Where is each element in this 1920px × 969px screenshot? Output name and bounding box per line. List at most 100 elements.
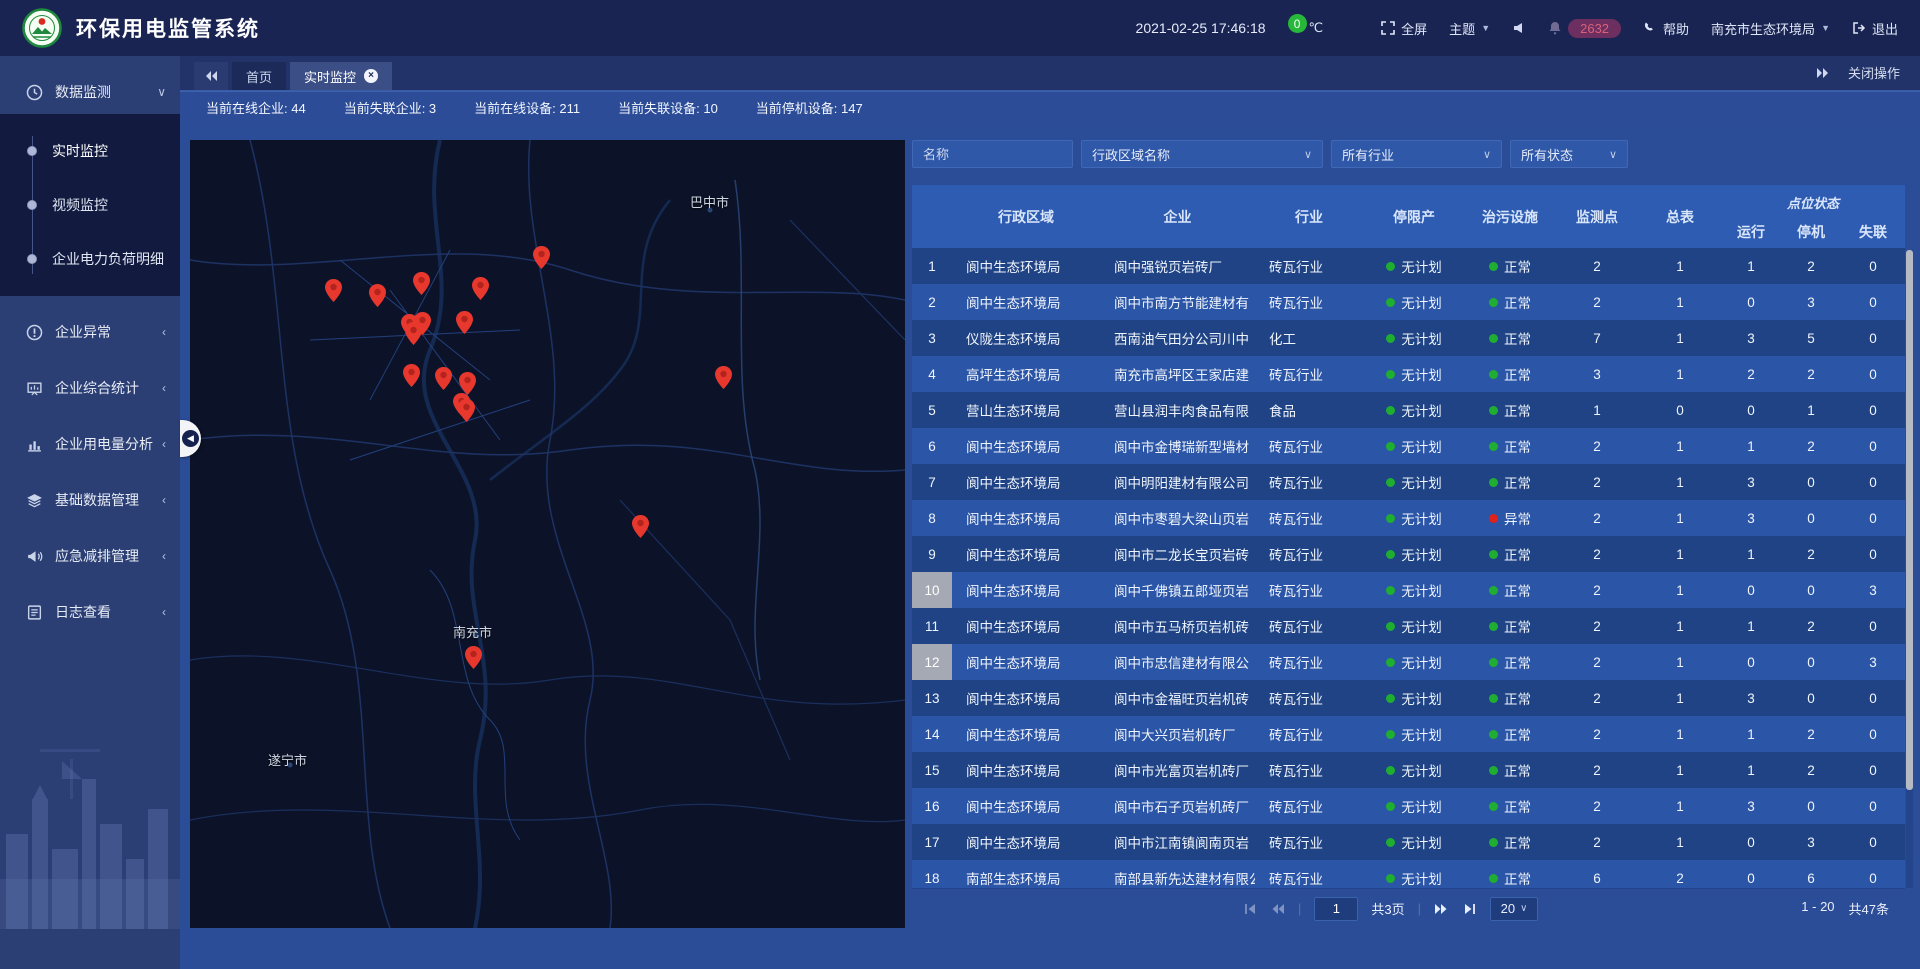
stop-count-cell: 0 (1781, 788, 1841, 824)
industry-select[interactable]: 所有行业∨ (1331, 140, 1502, 168)
industry-cell: 砖瓦行业 (1255, 428, 1363, 464)
mute-button[interactable] (1512, 21, 1526, 35)
sidebar-group-2[interactable]: 企业异常‹ (0, 310, 180, 354)
bullet-dot-icon (27, 200, 37, 210)
logout-button[interactable]: 退出 (1852, 19, 1898, 38)
first-page-button[interactable] (1242, 901, 1257, 916)
monitor-count-cell: 2 (1555, 500, 1639, 536)
region-cell: 阆中生态环境局 (952, 284, 1100, 320)
help-button[interactable]: 帮助 (1643, 19, 1689, 38)
table-row[interactable]: 11阆中生态环境局阆中市五马桥页岩机砖砖瓦行业无计划正常21120 (912, 608, 1905, 644)
table-body: 1阆中生态环境局阆中强锐页岩砖厂砖瓦行业无计划正常211202阆中生态环境局阆中… (912, 248, 1905, 888)
sidebar-group-4[interactable]: 企业用电量分析‹ (0, 422, 180, 466)
map-pin-icon[interactable] (465, 646, 482, 669)
page-number-input[interactable] (1314, 897, 1358, 921)
sidebar-item-link[interactable]: 企业电力负荷明细 (0, 232, 180, 286)
enterprise-cell: 阆中市光富页岩机砖厂 (1100, 752, 1255, 788)
map-pin-icon[interactable] (715, 366, 732, 389)
stop-count-cell: 5 (1781, 320, 1841, 356)
notifications[interactable]: 2632 (1548, 19, 1621, 38)
close-operations-button[interactable]: 关闭操作 (1848, 63, 1900, 82)
region-select[interactable]: 行政区域名称∨ (1081, 140, 1323, 168)
row-index-cell: 2 (912, 284, 952, 320)
name-search-input[interactable] (912, 140, 1073, 168)
page-size-select[interactable]: 20∨ (1490, 897, 1538, 921)
tabs-scroll-left-button[interactable] (194, 62, 228, 90)
table-row[interactable]: 9阆中生态环境局阆中市二龙长宝页岩砖砖瓦行业无计划正常21120 (912, 536, 1905, 572)
table-row[interactable]: 7阆中生态环境局阆中明阳建材有限公司砖瓦行业无计划正常21300 (912, 464, 1905, 500)
map-pin-icon[interactable] (325, 279, 342, 302)
stat-item: 当前停机设备: 147 (756, 98, 863, 117)
table-row[interactable]: 13阆中生态环境局阆中市金福旺页岩机砖砖瓦行业无计划正常21300 (912, 680, 1905, 716)
org-dropdown[interactable]: 南充市生态环境局▼ (1711, 19, 1830, 38)
monitor-count-cell: 2 (1555, 536, 1639, 572)
table-row[interactable]: 2阆中生态环境局阆中市南方节能建材有砖瓦行业无计划正常21030 (912, 284, 1905, 320)
tabs-scroll-right-button[interactable] (1816, 67, 1830, 79)
industry-cell: 砖瓦行业 (1255, 284, 1363, 320)
map-pin-icon[interactable] (435, 367, 452, 390)
prev-page-icon (1270, 902, 1285, 916)
chevron-left-icon: ‹ (162, 437, 166, 451)
table-row[interactable]: 3仪陇生态环境局西南油气田分公司川中化工无计划正常71350 (912, 320, 1905, 356)
industry-cell: 砖瓦行业 (1255, 500, 1363, 536)
table-row[interactable]: 16阆中生态环境局阆中市石子页岩机砖厂砖瓦行业无计划正常21300 (912, 788, 1905, 824)
map-pin-icon[interactable] (472, 277, 489, 300)
skyline-decoration (0, 739, 180, 929)
facility-status-cell: 正常 (1465, 608, 1555, 644)
meter-count-cell: 1 (1639, 716, 1721, 752)
region-cell: 营山生态环境局 (952, 392, 1100, 428)
map-panel[interactable]: 巴中市南充市遂宁市 (190, 140, 905, 928)
sidebar: 数据监测∨ 实时监控视频监控企业电力负荷明细企业异常‹ 企业综合统计‹ 企业用电量分析… (0, 56, 180, 969)
lost-count-cell: 0 (1841, 788, 1905, 824)
table-row[interactable]: 5营山生态环境局营山县润丰肉食品有限食品无计划正常10010 (912, 392, 1905, 428)
sidebar-group-7[interactable]: 日志查看‹ (0, 590, 180, 634)
table-row[interactable]: 4高坪生态环境局南充市高坪区王家店建砖瓦行业无计划正常31220 (912, 356, 1905, 392)
status-select[interactable]: 所有状态∨ (1510, 140, 1628, 168)
status-dot-icon (1489, 658, 1498, 667)
sidebar-group-1[interactable]: 数据监测∨ (0, 70, 180, 114)
map-pin-icon[interactable] (456, 311, 473, 334)
scrollbar-thumb[interactable] (1906, 250, 1913, 790)
lost-count-cell: 0 (1841, 428, 1905, 464)
sidebar-group-6[interactable]: 应急减排管理‹ (0, 534, 180, 578)
map-pin-icon[interactable] (405, 322, 422, 345)
table-row[interactable]: 18南部生态环境局南部县新先达建材有限公砖瓦行业无计划正常62060 (912, 860, 1905, 888)
prev-page-button[interactable] (1270, 901, 1285, 916)
map-pin-icon[interactable] (632, 515, 649, 538)
status-dot-icon (1386, 694, 1395, 703)
table-row[interactable]: 12阆中生态环境局阆中市忠信建材有限公砖瓦行业无计划正常21003 (912, 644, 1905, 680)
fullscreen-button[interactable]: 全屏 (1381, 19, 1427, 38)
table-row[interactable]: 15阆中生态环境局阆中市光富页岩机砖厂砖瓦行业无计划正常21120 (912, 752, 1905, 788)
map-pin-icon[interactable] (459, 372, 476, 395)
table-row[interactable]: 8阆中生态环境局阆中市枣碧大梁山页岩砖瓦行业无计划异常21300 (912, 500, 1905, 536)
map-pin-icon[interactable] (413, 272, 430, 295)
table-row[interactable]: 6阆中生态环境局阆中市金博瑞新型墙材砖瓦行业无计划正常21120 (912, 428, 1905, 464)
meter-count-cell: 1 (1639, 284, 1721, 320)
tab-close-icon[interactable]: × (364, 69, 378, 83)
last-page-button[interactable] (1462, 901, 1477, 916)
sidebar-group-5[interactable]: 基础数据管理‹ (0, 478, 180, 522)
tab-item[interactable]: 首页 (232, 62, 286, 90)
map-pin-icon[interactable] (458, 399, 475, 422)
sidebar-item-link[interactable]: 视频监控 (0, 178, 180, 232)
table-row[interactable]: 14阆中生态环境局阆中大兴页岩机砖厂砖瓦行业无计划正常21120 (912, 716, 1905, 752)
row-index-cell: 11 (912, 608, 952, 644)
table-row[interactable]: 17阆中生态环境局阆中市江南镇阆南页岩砖瓦行业无计划正常21030 (912, 824, 1905, 860)
theme-dropdown[interactable]: 主题▼ (1449, 19, 1490, 38)
meter-count-cell: 1 (1639, 464, 1721, 500)
pagination-info: 1 - 20 共47条 (1801, 899, 1889, 918)
table-row[interactable]: 10阆中生态环境局阆中千佛镇五郎垭页岩砖瓦行业无计划正常21003 (912, 572, 1905, 608)
sidebar-group-3[interactable]: 企业综合统计‹ (0, 366, 180, 410)
tab-active[interactable]: 实时监控× (290, 62, 392, 90)
enterprise-cell: 阆中千佛镇五郎垭页岩 (1100, 572, 1255, 608)
table-row[interactable]: 1阆中生态环境局阆中强锐页岩砖厂砖瓦行业无计划正常21120 (912, 248, 1905, 284)
map-pin-icon[interactable] (369, 284, 386, 307)
map-pin-icon[interactable] (403, 364, 420, 387)
sidebar-item-label: 视频监控 (52, 195, 108, 215)
run-count-cell: 1 (1721, 428, 1781, 464)
sidebar-item-active[interactable]: 实时监控 (0, 124, 180, 178)
map-pin-icon[interactable] (533, 246, 550, 269)
next-page-button[interactable] (1434, 901, 1449, 916)
datetime: 2021-02-25 17:46:18 (1136, 20, 1266, 36)
lost-count-cell: 0 (1841, 392, 1905, 428)
